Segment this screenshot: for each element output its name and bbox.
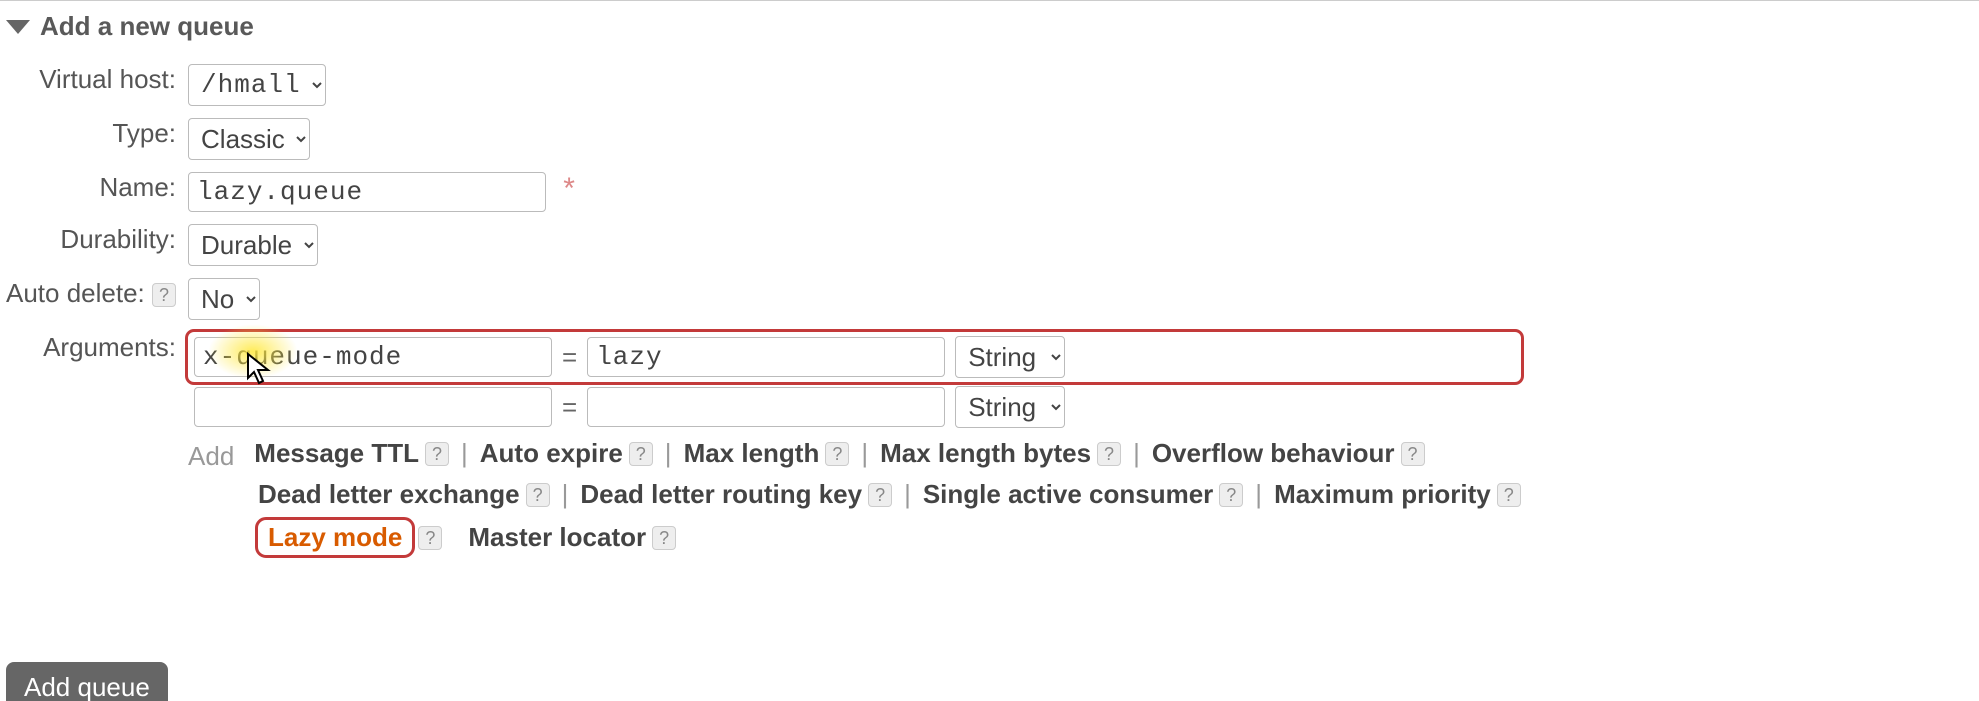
arg-value-input[interactable] xyxy=(587,387,945,427)
arg-type-select[interactable]: String xyxy=(955,386,1065,428)
divider: | xyxy=(1255,479,1262,510)
vhost-select[interactable]: /hmall xyxy=(188,64,326,106)
durability-select[interactable]: Durable xyxy=(188,224,318,266)
add-queue-button[interactable]: Add queue xyxy=(6,662,168,701)
help-icon[interactable]: ? xyxy=(825,442,849,466)
help-icon[interactable]: ? xyxy=(1497,483,1521,507)
autodelete-select[interactable]: No xyxy=(188,278,260,320)
arguments-row-1: = String xyxy=(188,332,1521,382)
mandatory-mark: * xyxy=(563,172,575,205)
shortcut-sac[interactable]: Single active consumer xyxy=(923,479,1213,510)
arguments-row-2: = String xyxy=(188,386,1521,428)
name-input[interactable] xyxy=(188,172,546,212)
shortcut-max-length[interactable]: Max length xyxy=(684,438,820,469)
label-durability: Durability: xyxy=(60,224,176,254)
help-icon[interactable]: ? xyxy=(868,483,892,507)
add-label: Add xyxy=(188,441,234,472)
type-select[interactable]: Classic xyxy=(188,118,310,160)
arg-key-input[interactable] xyxy=(194,337,552,377)
arg-type-select[interactable]: String xyxy=(955,336,1065,378)
section-title: Add a new queue xyxy=(40,11,254,42)
label-name: Name: xyxy=(99,172,176,202)
shortcut-master-locator[interactable]: Master locator xyxy=(468,522,646,553)
shortcut-lazy-mode[interactable]: Lazy mode xyxy=(258,520,412,555)
help-icon[interactable]: ? xyxy=(1219,483,1243,507)
shortcut-max-prio[interactable]: Maximum priority xyxy=(1274,479,1491,510)
help-icon[interactable]: ? xyxy=(425,442,449,466)
shortcut-dlx[interactable]: Dead letter exchange xyxy=(258,479,520,510)
equals-sign: = xyxy=(562,392,577,423)
equals-sign: = xyxy=(562,342,577,373)
shortcut-overflow[interactable]: Overflow behaviour xyxy=(1152,438,1395,469)
label-autodelete: Auto delete: xyxy=(6,278,145,308)
help-icon[interactable]: ? xyxy=(152,283,176,307)
chevron-down-icon xyxy=(6,20,30,34)
help-icon[interactable]: ? xyxy=(1097,442,1121,466)
shortcut-max-length-bytes[interactable]: Max length bytes xyxy=(880,438,1091,469)
arg-value-input[interactable] xyxy=(587,337,945,377)
divider: | xyxy=(1133,438,1140,469)
label-vhost: Virtual host: xyxy=(39,64,176,94)
label-type: Type: xyxy=(112,118,176,148)
divider: | xyxy=(461,438,468,469)
arg-key-input[interactable] xyxy=(194,387,552,427)
help-icon[interactable]: ? xyxy=(629,442,653,466)
shortcut-message-ttl[interactable]: Message TTL xyxy=(254,438,419,469)
label-arguments: Arguments: xyxy=(43,332,176,362)
help-icon[interactable]: ? xyxy=(1401,442,1425,466)
help-icon[interactable]: ? xyxy=(652,526,676,550)
help-icon[interactable]: ? xyxy=(526,483,550,507)
divider: | xyxy=(904,479,911,510)
shortcut-dlrk[interactable]: Dead letter routing key xyxy=(580,479,862,510)
section-header[interactable]: Add a new queue xyxy=(0,9,1979,44)
divider: | xyxy=(562,479,569,510)
shortcut-auto-expire[interactable]: Auto expire xyxy=(480,438,623,469)
divider: | xyxy=(665,438,672,469)
help-icon[interactable]: ? xyxy=(418,526,442,550)
divider: | xyxy=(861,438,868,469)
